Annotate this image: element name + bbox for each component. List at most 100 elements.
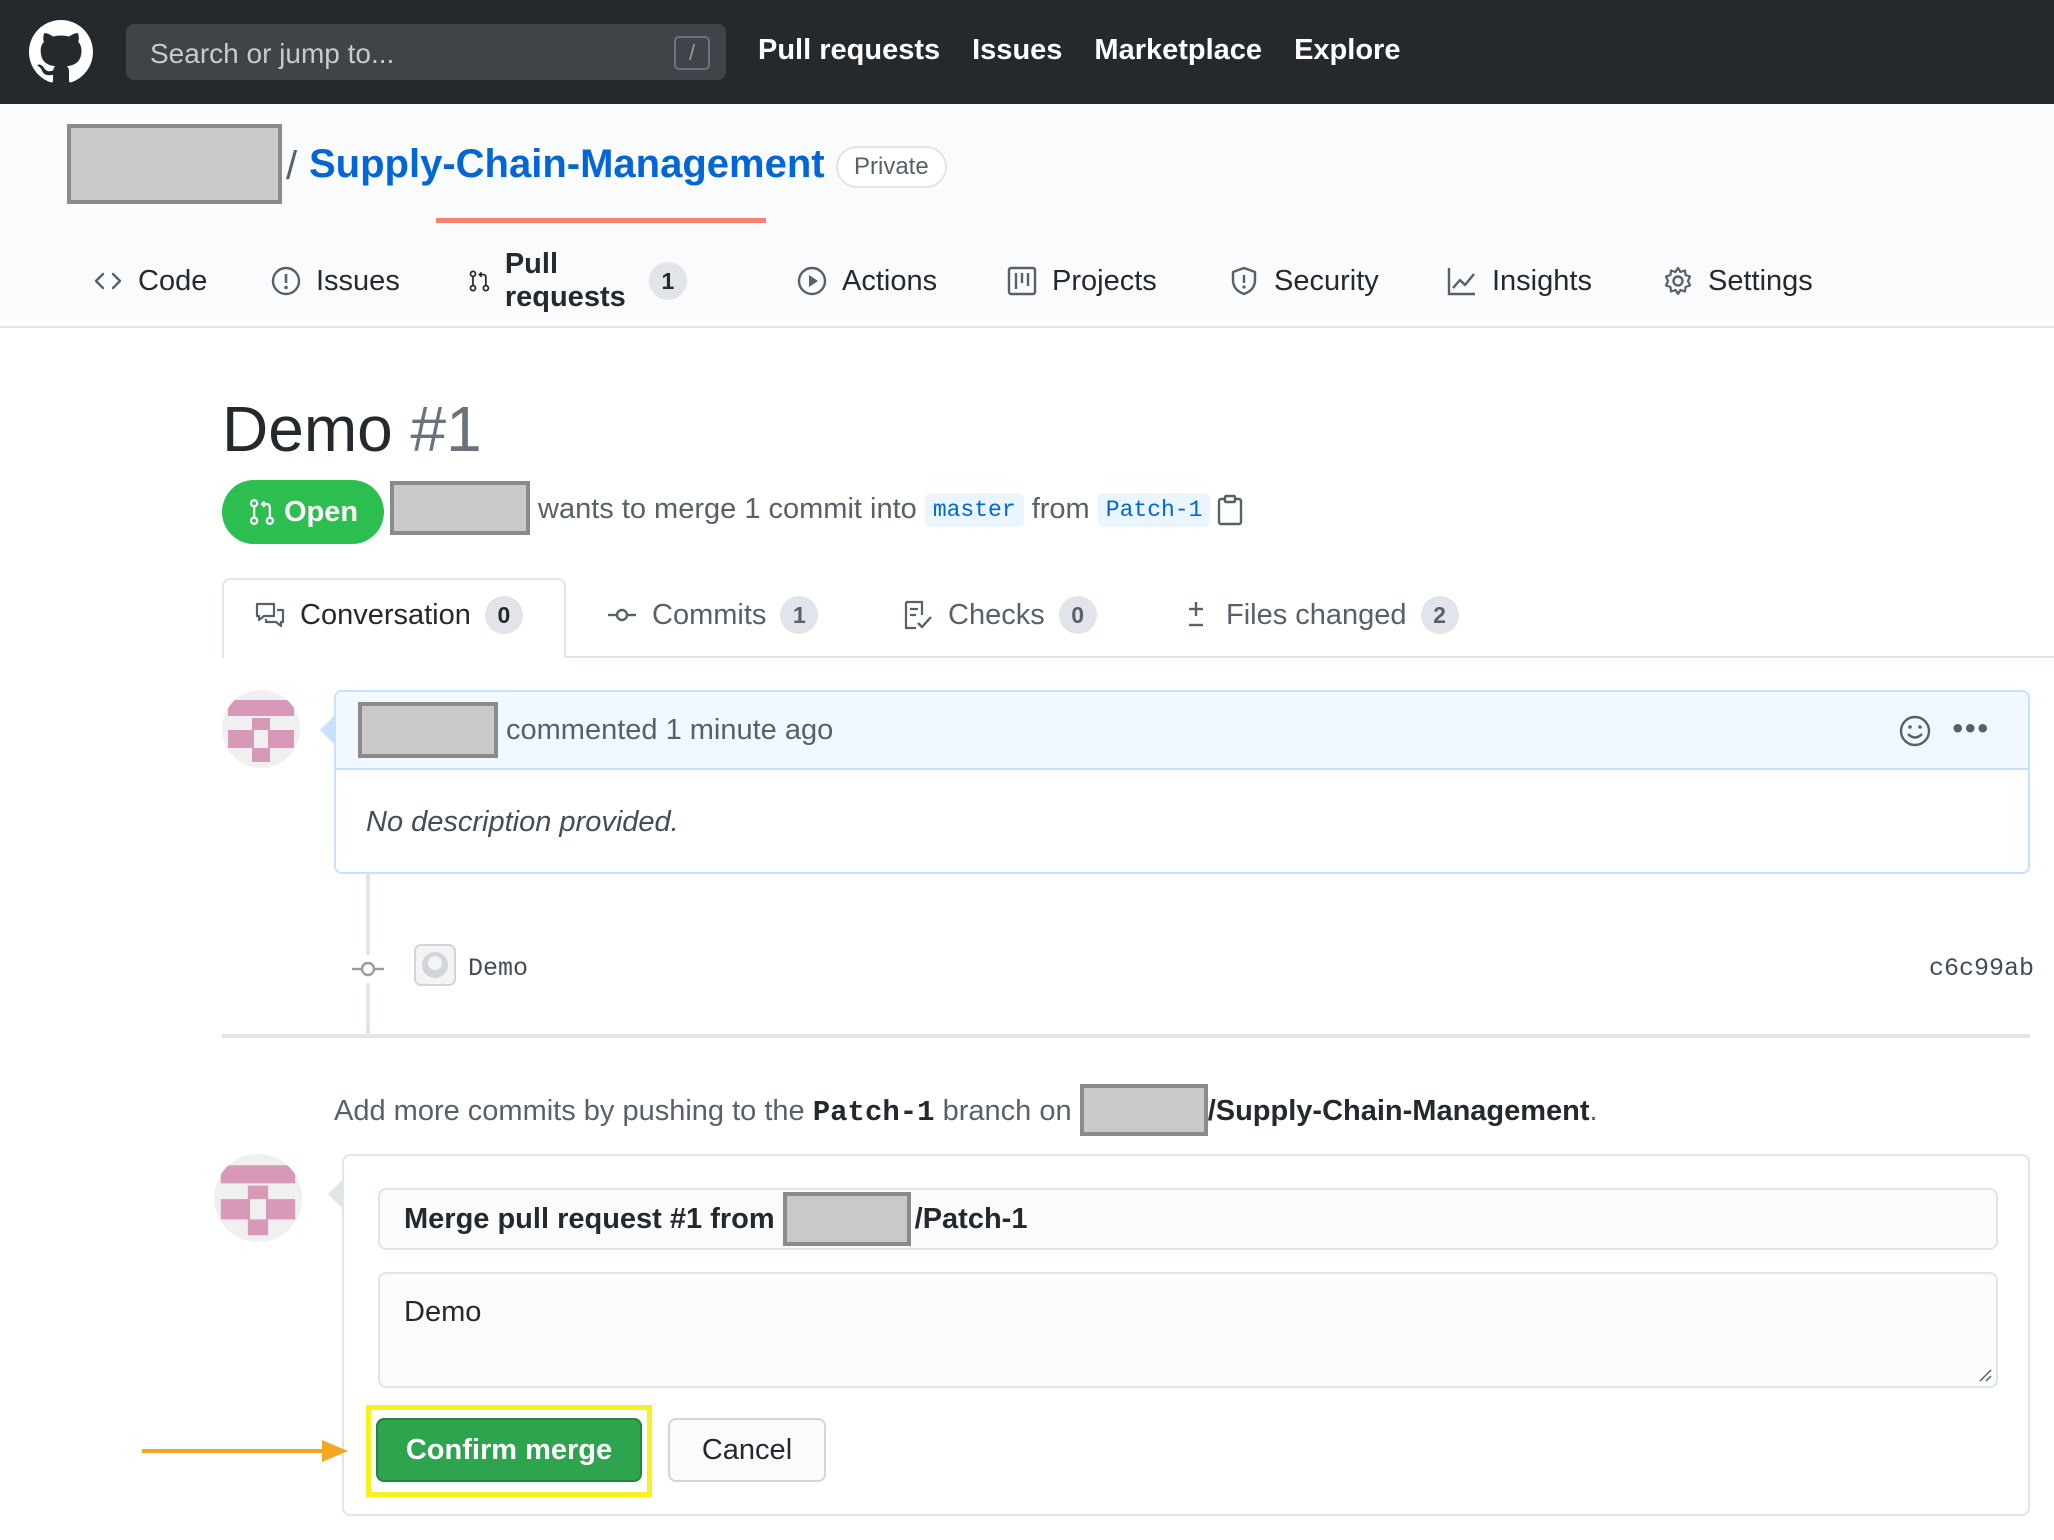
tab-pull-requests-label: Pull requests xyxy=(504,248,626,313)
tab-actions-label: Actions xyxy=(842,264,938,297)
tab-files-changed[interactable]: Files changed 2 xyxy=(1180,596,1459,634)
active-tab-underline xyxy=(436,218,766,223)
tab-conversation-label: Conversation xyxy=(300,598,471,631)
repo-owner-redacted[interactable] xyxy=(67,124,282,204)
tab-conversation[interactable]: Conversation 0 xyxy=(254,596,523,634)
comment-body: No description provided. xyxy=(366,806,679,838)
tab-pull-requests[interactable]: Pull requests 1 xyxy=(468,234,687,328)
resize-grip-icon[interactable] xyxy=(1976,1366,1992,1382)
tab-code-label: Code xyxy=(138,264,208,297)
search-input[interactable]: Search or jump to... / xyxy=(126,24,726,80)
comment-caret xyxy=(320,716,334,744)
pull-request-icon xyxy=(249,499,275,525)
tab-settings-label: Settings xyxy=(1708,264,1813,297)
merge-body-field[interactable]: Demo xyxy=(378,1272,1998,1388)
smiley-icon[interactable] xyxy=(1898,714,1932,748)
commits-count: 1 xyxy=(780,596,819,634)
nav-marketplace[interactable]: Marketplace xyxy=(1094,34,1262,67)
timeline-divider xyxy=(222,1034,2030,1038)
merge-text-b: from xyxy=(1031,493,1090,525)
tab-files-changed-label: Files changed xyxy=(1226,598,1407,631)
merge-title-suffix: /Patch-1 xyxy=(914,1202,1028,1235)
tab-security-label: Security xyxy=(1274,264,1379,297)
nav-pull-requests[interactable]: Pull requests xyxy=(758,34,940,67)
global-nav: Pull requests Issues Marketplace Explore xyxy=(758,34,1400,67)
tab-checks[interactable]: Checks 0 xyxy=(902,596,1097,634)
pr-number: #1 xyxy=(410,393,482,465)
code-icon xyxy=(94,272,122,290)
comment-header: commented 1 minute ago ••• xyxy=(336,692,2028,770)
nav-issues[interactable]: Issues xyxy=(972,34,1062,67)
merge-text-a: wants to merge 1 commit into xyxy=(538,493,917,525)
confirm-merge-button[interactable]: Confirm merge xyxy=(376,1418,642,1482)
conversation-count: 0 xyxy=(484,596,523,634)
repo-name-link[interactable]: Supply-Chain-Management xyxy=(309,142,825,187)
kebab-horizontal-icon[interactable]: ••• xyxy=(1952,712,1990,746)
clipboard-icon[interactable] xyxy=(1216,494,1244,526)
avatar[interactable] xyxy=(214,1154,302,1242)
commit-icon xyxy=(608,608,636,622)
search-placeholder: Search or jump to... xyxy=(150,38,395,69)
pr-author-redacted[interactable] xyxy=(390,481,530,535)
push-note-prefix: Add more commits by pushing to the xyxy=(334,1095,805,1127)
commit-icon xyxy=(350,955,386,983)
state-badge: Open xyxy=(222,480,384,544)
repo-path-separator: / xyxy=(286,144,298,188)
push-note-repo[interactable]: /Supply-Chain-Management xyxy=(1208,1095,1590,1127)
search-shortcut-key: / xyxy=(674,36,710,70)
commit-author-avatar-icon[interactable] xyxy=(414,944,456,986)
state-label: Open xyxy=(283,495,359,528)
pr-merge-summary: wants to merge 1 commit into master from… xyxy=(538,493,1211,527)
tab-actions[interactable]: Actions xyxy=(796,234,937,328)
pull-request-icon xyxy=(469,270,490,292)
tab-checks-label: Checks xyxy=(948,598,1045,631)
comment-card: commented 1 minute ago ••• No descriptio… xyxy=(334,690,2030,874)
github-logo-icon[interactable] xyxy=(29,20,93,84)
push-note-middle: branch on xyxy=(942,1095,1072,1127)
cancel-button[interactable]: Cancel xyxy=(668,1418,826,1482)
pr-title-text: Demo xyxy=(222,393,393,465)
diff-icon xyxy=(1189,602,1203,627)
play-icon xyxy=(797,266,827,296)
tab-code[interactable]: Code xyxy=(92,234,207,328)
identicon-icon xyxy=(214,1154,302,1242)
visibility-badge: Private xyxy=(836,146,947,188)
comment-meta: commented 1 minute ago xyxy=(506,714,834,746)
tab-settings[interactable]: Settings xyxy=(1662,234,1813,328)
merge-title-owner-redacted xyxy=(782,1192,911,1246)
push-note: Add more commits by pushing to the Patch… xyxy=(334,1084,1598,1136)
tab-commits-label: Commits xyxy=(652,598,767,631)
tab-projects[interactable]: Projects xyxy=(1006,234,1157,328)
tab-security[interactable]: Security xyxy=(1228,234,1379,328)
tab-projects-label: Projects xyxy=(1052,264,1157,297)
tab-insights[interactable]: Insights xyxy=(1446,234,1592,328)
base-branch[interactable]: master xyxy=(924,493,1024,527)
commit-message-link[interactable]: Demo xyxy=(468,954,528,983)
head-branch[interactable]: Patch-1 xyxy=(1097,493,1211,527)
arrow-right-icon xyxy=(142,1440,348,1462)
tab-commits[interactable]: Commits 1 xyxy=(606,596,819,634)
push-owner-redacted[interactable] xyxy=(1079,1084,1208,1136)
merge-title-prefix: Merge pull request #1 from xyxy=(404,1202,775,1235)
push-note-suffix: . xyxy=(1589,1095,1598,1127)
tab-issues[interactable]: Issues xyxy=(270,234,400,328)
push-note-branch: Patch-1 xyxy=(812,1096,935,1129)
merge-body-text: Demo xyxy=(404,1296,482,1328)
merge-card-caret xyxy=(328,1180,342,1208)
commenter-redacted[interactable] xyxy=(358,702,498,758)
files-changed-count: 2 xyxy=(1420,596,1459,634)
avatar[interactable] xyxy=(222,690,300,768)
tab-insights-label: Insights xyxy=(1492,264,1592,297)
comment-discussion-icon xyxy=(255,602,285,628)
commit-sha-link[interactable]: c6c99ab xyxy=(1929,954,2034,983)
issue-icon xyxy=(271,266,301,296)
shield-icon xyxy=(1231,266,1257,296)
nav-explore[interactable]: Explore xyxy=(1294,34,1400,67)
tab-issues-label: Issues xyxy=(316,264,400,297)
gear-icon xyxy=(1664,266,1692,296)
checks-count: 0 xyxy=(1058,596,1097,634)
project-icon xyxy=(1007,266,1037,296)
merge-title-field[interactable]: Merge pull request #1 from /Patch-1 xyxy=(378,1188,1998,1250)
repo-header: / Supply-Chain-Management Private Code I… xyxy=(0,104,2054,328)
timeline-line xyxy=(366,874,370,1034)
